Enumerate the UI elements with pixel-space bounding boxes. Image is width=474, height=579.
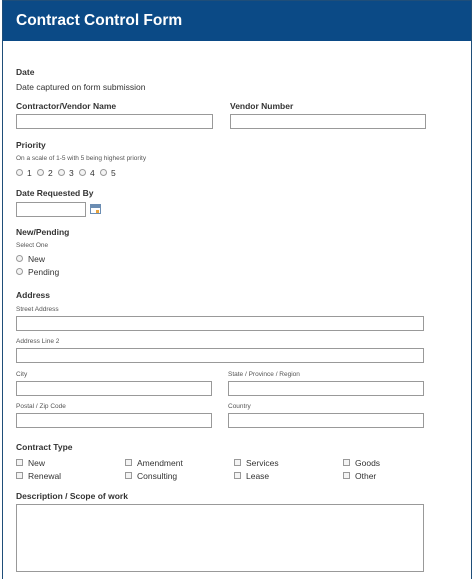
vendor-number-label: Vendor Number xyxy=(230,101,294,111)
contract-lease-checkbox[interactable] xyxy=(234,472,241,479)
city-input[interactable] xyxy=(16,381,212,396)
date-label: Date xyxy=(16,67,35,77)
street-address-input[interactable] xyxy=(16,316,424,331)
priority-radio-3[interactable] xyxy=(58,169,65,176)
form-frame: Contract Control Form Date Date captured… xyxy=(2,0,472,579)
address-label: Address xyxy=(16,290,51,300)
contract-consulting-checkbox[interactable] xyxy=(125,472,132,479)
calendar-icon[interactable] xyxy=(90,204,101,214)
zip-label: Postal / Zip Code xyxy=(16,403,66,410)
priority-label: Priority xyxy=(16,140,46,150)
country-input[interactable] xyxy=(228,413,424,428)
contract-services-checkbox[interactable] xyxy=(234,459,241,466)
contract-type-option: Renewal xyxy=(28,471,62,481)
street-address-label: Street Address xyxy=(16,306,59,313)
pending-option-label: Pending xyxy=(28,267,60,277)
priority-option-label: 3 xyxy=(69,168,74,178)
priority-radio-2[interactable] xyxy=(37,169,44,176)
contract-renewal-checkbox[interactable] xyxy=(16,472,23,479)
contract-type-option: Consulting xyxy=(137,471,178,481)
priority-option-label: 5 xyxy=(111,168,116,178)
contract-other-checkbox[interactable] xyxy=(343,472,350,479)
date-info-text: Date captured on form submission xyxy=(16,82,146,92)
priority-radio-1[interactable] xyxy=(16,169,23,176)
new-option-label: New xyxy=(28,254,46,264)
new-radio[interactable] xyxy=(16,255,23,262)
state-label: State / Province / Region xyxy=(228,371,300,378)
new-pending-hint: Select One xyxy=(16,242,49,249)
priority-option-label: 4 xyxy=(90,168,95,178)
zip-input[interactable] xyxy=(16,413,212,428)
date-requested-label: Date Requested By xyxy=(16,188,94,198)
address-line2-label: Address Line 2 xyxy=(16,338,60,345)
address-line2-input[interactable] xyxy=(16,348,424,363)
city-label: City xyxy=(16,371,28,378)
contractor-label: Contractor/Vendor Name xyxy=(16,101,117,111)
vendor-number-input[interactable] xyxy=(230,114,426,129)
contract-amendment-checkbox[interactable] xyxy=(125,459,132,466)
contract-goods-checkbox[interactable] xyxy=(343,459,350,466)
contract-type-option: New xyxy=(28,458,46,468)
priority-radio-4[interactable] xyxy=(79,169,86,176)
pending-radio[interactable] xyxy=(16,268,23,275)
priority-option-label: 2 xyxy=(48,168,53,178)
contract-type-label: Contract Type xyxy=(16,442,73,452)
contractor-input[interactable] xyxy=(16,114,213,129)
state-input[interactable] xyxy=(228,381,424,396)
contract-new-checkbox[interactable] xyxy=(16,459,23,466)
contract-type-option: Services xyxy=(246,458,279,468)
new-pending-label: New/Pending xyxy=(16,227,70,237)
contract-type-option: Amendment xyxy=(137,458,183,468)
description-label: Description / Scope of work xyxy=(16,491,128,501)
description-textarea[interactable] xyxy=(16,504,424,572)
priority-option-label: 1 xyxy=(27,168,32,178)
contract-type-option: Lease xyxy=(246,471,270,481)
country-label: Country xyxy=(228,403,251,410)
priority-hint: On a scale of 1-5 with 5 being highest p… xyxy=(16,155,147,162)
priority-radio-5[interactable] xyxy=(100,169,107,176)
contract-type-option: Other xyxy=(355,471,377,481)
form-header: Contract Control Form xyxy=(3,1,471,41)
contract-type-option: Goods xyxy=(355,458,381,468)
form-title: Contract Control Form xyxy=(16,12,183,29)
date-requested-input[interactable] xyxy=(16,202,86,217)
